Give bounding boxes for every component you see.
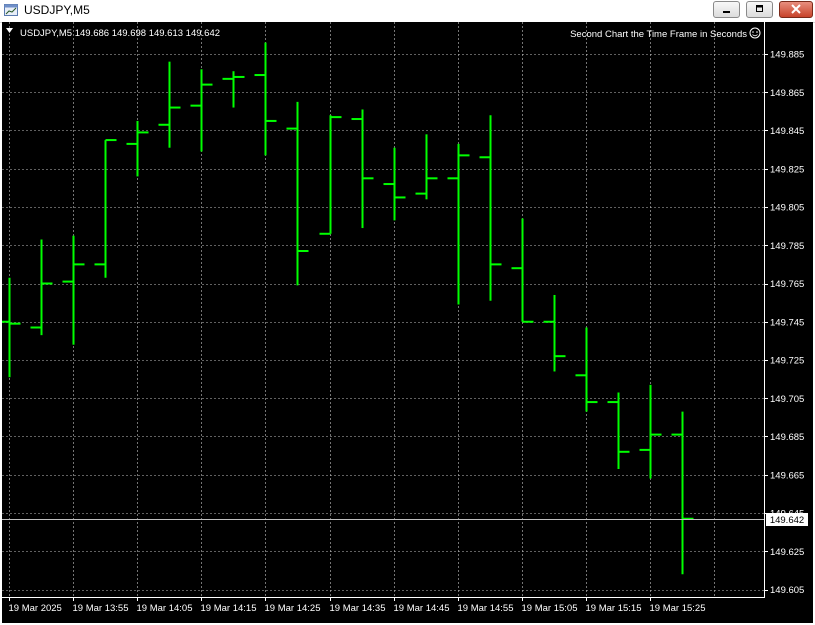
symbol-ohlc-header: USDJPY,M5 149.686 149.698 149.613 149.64… [20,28,220,39]
price-tick-label: 149.665 [770,470,804,481]
time-tick-label: 19 Mar 2025 [9,603,62,614]
ohlc-bar [671,411,694,575]
time-tick-label: 19 Mar 14:45 [394,603,450,614]
time-tick-label: 19 Mar 13:55 [73,603,129,614]
ohlc-bar [543,294,566,372]
window-title: USDJPY,M5 [24,3,90,17]
close-button[interactable] [779,1,813,18]
price-tick-label: 149.685 [770,432,804,443]
ohlc-bar [607,392,630,470]
price-tick-label: 149.725 [770,356,804,367]
ohlc-bar [30,239,53,336]
price-tick-label: 149.805 [770,203,804,214]
window-titlebar[interactable]: USDJPY,M5 [0,0,815,23]
price-tick-label: 149.605 [770,585,804,596]
smiley-icon [749,27,761,39]
price-tick-label: 149.825 [770,164,804,175]
minimize-button[interactable] [713,1,740,18]
price-tick-label: 149.785 [770,241,804,252]
price-tick-label: 149.705 [770,394,804,405]
indicator-label: Second Chart the Time Frame in Seconds [570,27,761,40]
time-tick-label: 19 Mar 14:25 [265,603,321,614]
price-tick-label: 149.745 [770,317,804,328]
chart-header: USDJPY,M5 149.686 149.698 149.613 149.64… [6,28,220,39]
chart-window-icon [4,4,18,16]
restore-button[interactable] [746,1,773,18]
current-price-label: 149.642 [770,515,804,526]
time-tick-label: 19 Mar 15:05 [522,603,578,614]
ohlc-bar [415,134,438,200]
time-tick-label: 19 Mar 15:15 [586,603,642,614]
time-tick-label: 19 Mar 14:35 [330,603,386,614]
time-tick-label: 19 Mar 15:25 [650,603,706,614]
ohlc-bar [479,115,502,301]
price-tick-label: 149.625 [770,547,804,558]
price-chart[interactable]: USDJPY,M5 149.686 149.698 149.613 149.64… [2,22,813,623]
time-axis: 19 Mar 2025 19 Mar 13:55 19 Mar 14:05 19 Ma… [9,597,706,614]
time-tick-label: 19 Mar 14:05 [137,603,193,614]
ohlc-bar [254,42,277,156]
chart-menu-triangle-icon[interactable] [6,28,13,33]
ohlc-bar [94,139,117,278]
close-icon [791,4,801,14]
ohlc-bar [222,71,245,108]
ohlc-bar [383,147,406,221]
ohlc-bar [2,277,21,378]
ohlc-bar [351,109,374,229]
chart-grid [2,22,765,598]
ohlc-bars [2,42,694,575]
ohlc-bar [190,69,213,152]
time-tick-label: 19 Mar 14:15 [201,603,257,614]
time-tick-label: 19 Mar 14:55 [458,603,514,614]
chart-area[interactable]: USDJPY,M5 149.686 149.698 149.613 149.64… [2,22,813,623]
minimize-icon [723,11,730,13]
ohlc-bar [319,115,342,235]
price-tick-label: 149.865 [770,88,804,99]
indicator-caption: Second Chart the Time Frame in Seconds [570,29,747,40]
ohlc-bar [575,327,598,412]
ohlc-bar [62,235,85,345]
ohlc-bar [639,384,662,479]
ohlc-bar [126,120,149,177]
ohlc-bar [511,218,534,323]
price-tick-label: 149.885 [770,50,804,61]
price-tick-label: 149.765 [770,279,804,290]
ohlc-bar [158,61,181,148]
price-tick-label: 149.845 [770,126,804,137]
ohlc-bar [447,143,470,305]
current-price-marker: 149.642 [2,513,808,526]
chart-window: USDJPY,M5 USDJPY,M5 149.686 149.698 149.… [0,0,815,625]
restore-icon [756,5,763,12]
ohlc-bar [286,101,309,286]
